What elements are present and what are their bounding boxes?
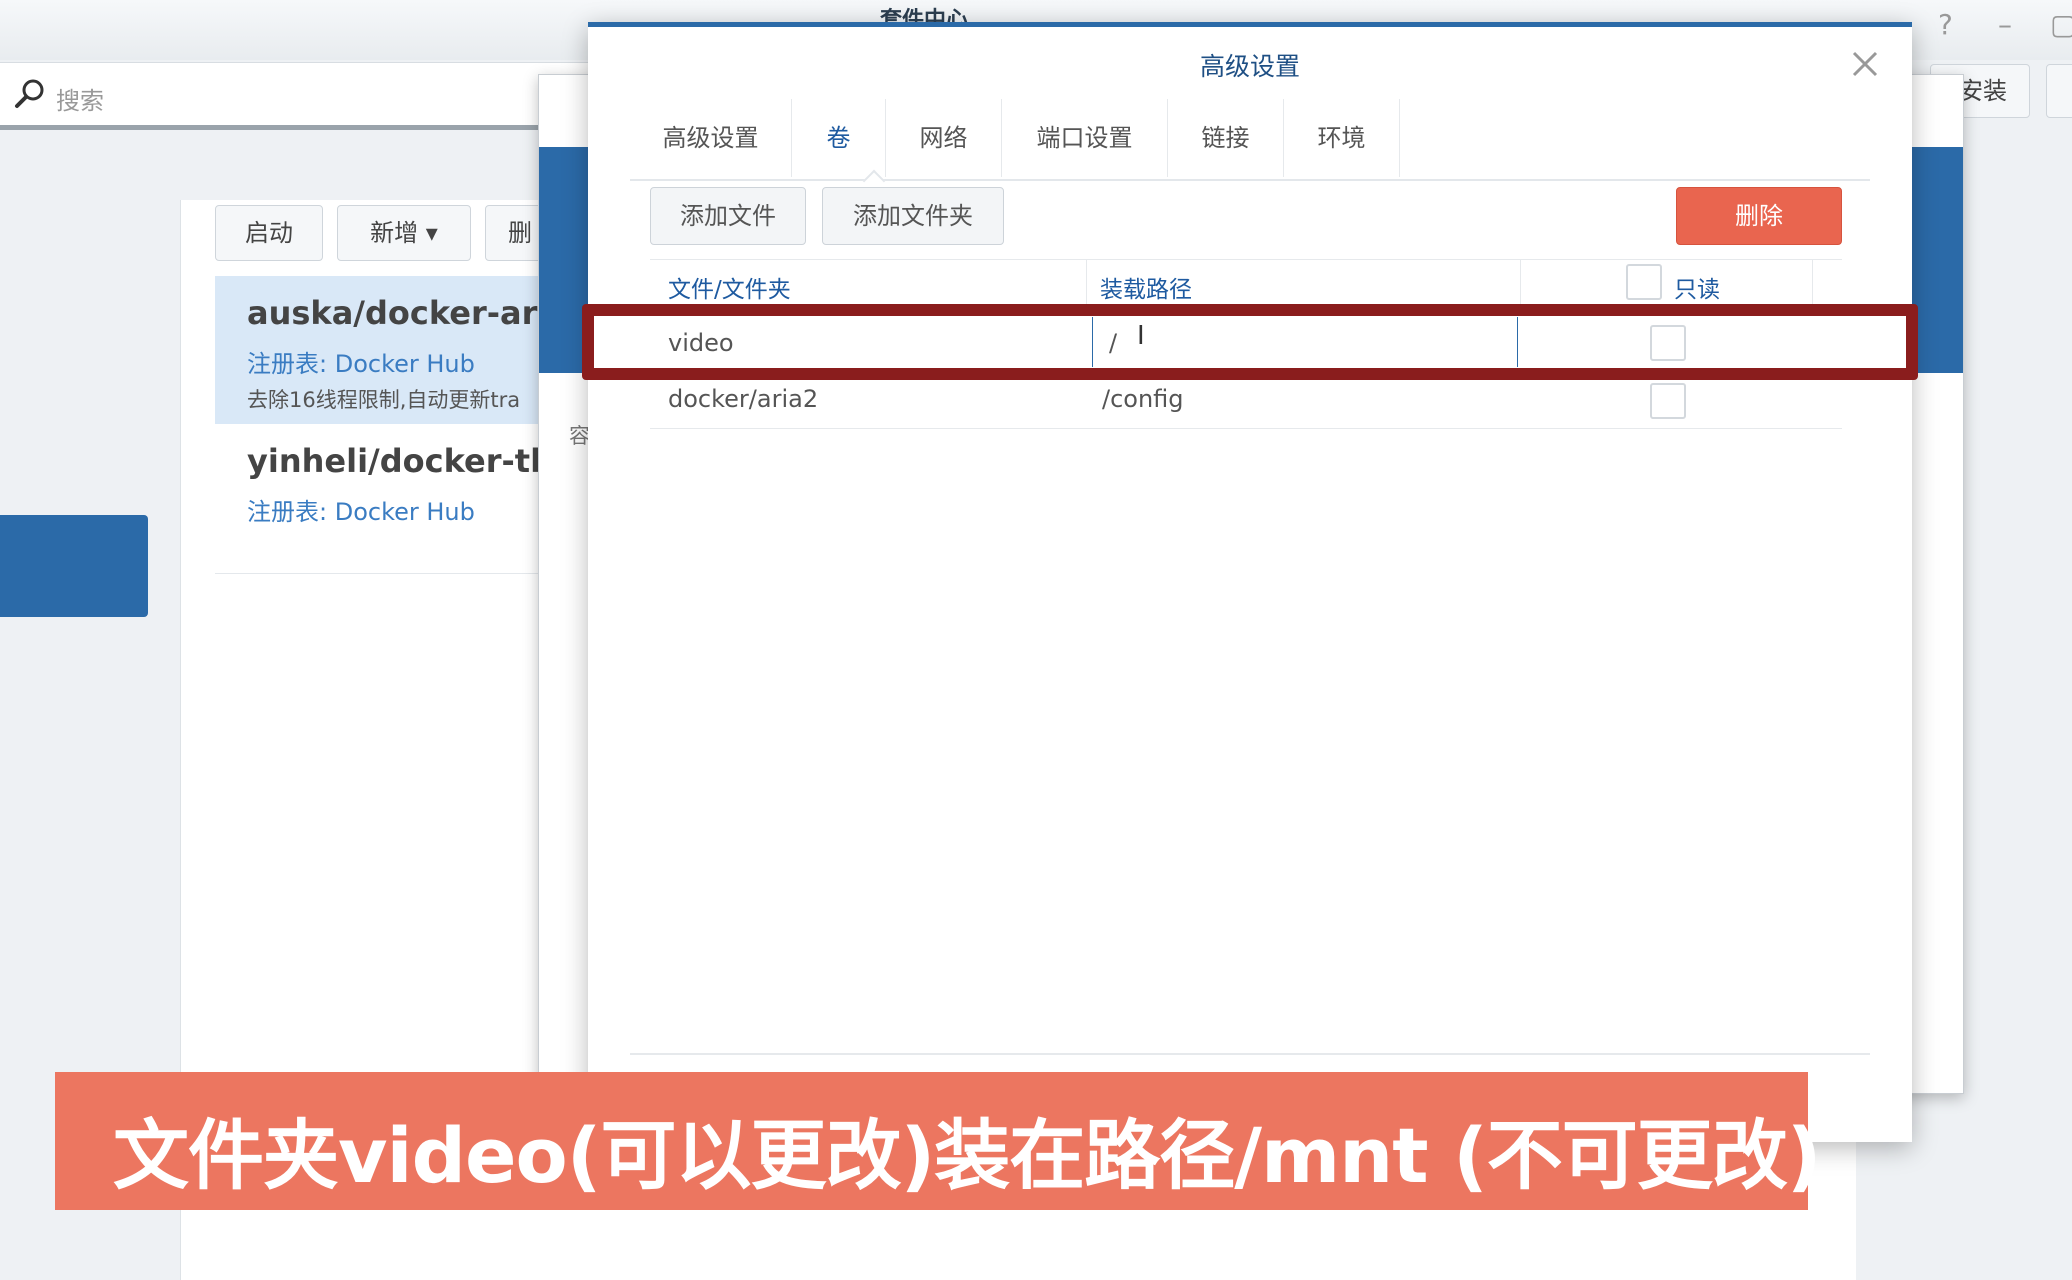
dialog-footer-divider	[630, 1053, 1870, 1055]
sidebar-selected-item[interactable]	[0, 515, 148, 617]
container-label: 容	[569, 424, 590, 448]
close-icon[interactable]	[1848, 47, 1882, 81]
advanced-settings-dialog: 高级设置 高级设置 卷 网络 端口设置 链接 环境 添加文件 添加文件夹 删除 …	[588, 22, 1912, 1142]
add-folder-button[interactable]: 添加文件夹	[822, 187, 1004, 245]
readonly-checkbox[interactable]	[1650, 383, 1686, 419]
image-registry: 注册表: Docker Hub	[247, 350, 475, 378]
background-search-bar[interactable]: 搜索	[0, 62, 590, 130]
column-readonly: 只读	[1674, 277, 1720, 303]
tab-environment[interactable]: 环境	[1284, 99, 1400, 177]
tab-advanced[interactable]: 高级设置	[630, 99, 792, 177]
file-folder-cell: docker/aria2	[668, 385, 819, 413]
table-row[interactable]: docker/aria2 /config	[650, 373, 1842, 429]
add-file-button[interactable]: 添加文件	[650, 187, 806, 245]
tab-volume[interactable]: 卷	[792, 99, 886, 177]
column-separator	[1086, 260, 1087, 308]
mount-path-cell: /config	[1102, 385, 1184, 413]
tab-network[interactable]: 网络	[886, 99, 1002, 177]
caption-banner: 文件夹video(可以更改)装在路径/mnt (不可更改)	[55, 1072, 1822, 1210]
search-icon	[15, 79, 44, 108]
new-button[interactable]: 新增 ▾	[337, 205, 471, 261]
caption-text: 文件夹video(可以更改)装在路径/mnt (不可更改)	[113, 1111, 1822, 1200]
maximize-icon[interactable]: ▢	[2050, 8, 2072, 41]
minimize-icon[interactable]: –	[1998, 8, 2012, 41]
start-button[interactable]: 启动	[215, 205, 323, 261]
background-extra-button[interactable]	[2046, 64, 2072, 118]
table-header: 文件/文件夹 装载路径 只读	[650, 259, 1842, 309]
image-registry: 注册表: Docker Hub	[247, 498, 475, 526]
delete-button[interactable]: 删除	[1676, 187, 1842, 245]
dialog-title: 高级设置	[1199, 52, 1300, 81]
column-mount-path: 装载路径	[1100, 277, 1192, 303]
tab-links[interactable]: 链接	[1168, 99, 1284, 177]
column-file-folder: 文件/文件夹	[668, 277, 791, 303]
tab-bar: 高级设置 卷 网络 端口设置 链接 环境	[630, 99, 1870, 193]
column-separator	[1812, 260, 1813, 308]
help-icon[interactable]: ?	[1938, 8, 1953, 41]
readonly-select-all-checkbox[interactable]	[1626, 264, 1662, 300]
tab-port-settings[interactable]: 端口设置	[1002, 99, 1168, 177]
highlight-frame	[582, 304, 1918, 380]
column-separator	[1520, 260, 1521, 308]
search-placeholder: 搜索	[56, 87, 104, 115]
